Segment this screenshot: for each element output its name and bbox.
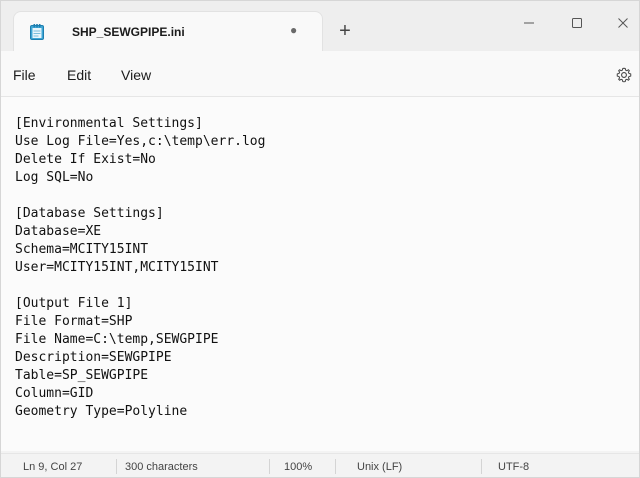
editor-line: File Format=SHP [15,314,133,329]
tab-title: SHP_SEWGPIPE.ini [72,25,185,39]
maximize-icon [571,16,583,34]
status-line-ending[interactable]: Unix (LF) [357,461,402,473]
close-button[interactable] [603,11,639,39]
close-icon [617,16,629,34]
status-cursor-position[interactable]: Ln 9, Col 27 [23,461,82,473]
notepad-icon [30,24,44,40]
status-divider [116,459,117,474]
editor-line: Description=SEWGPIPE [15,350,172,365]
tab-active[interactable]: SHP_SEWGPIPE.ini ● [13,11,323,51]
editor-line: [Database Settings] [15,206,164,221]
editor-line: Table=SP_SEWGPIPE [15,368,149,383]
editor-line: File Name=C:\temp,SEWGPIPE [15,332,219,347]
status-character-count: 300 characters [125,461,198,473]
minimize-button[interactable] [509,11,549,39]
editor-line: [Environmental Settings] [15,116,203,131]
editor-line: Geometry Type=Polyline [15,404,188,419]
editor-line: Column=GID [15,386,94,401]
menu-file[interactable]: File [13,67,36,83]
status-bar: Ln 9, Col 27 300 characters 100% Unix (L… [1,453,639,477]
status-zoom[interactable]: 100% [284,461,312,473]
text-editor[interactable]: [Environmental Settings] Use Log File=Ye… [1,97,639,451]
maximize-button[interactable] [557,11,597,39]
editor-line: Delete If Exist=No [15,152,156,167]
menu-edit[interactable]: Edit [67,67,91,83]
minimize-icon [523,16,535,34]
status-encoding[interactable]: UTF-8 [498,461,529,473]
editor-line: User=MCITY15INT,MCITY15INT [15,260,219,275]
editor-line: Schema=MCITY15INT [15,242,149,257]
editor-line: Log SQL=No [15,170,94,185]
title-bar[interactable]: SHP_SEWGPIPE.ini ● + [1,1,639,51]
editor-line: Use Log File=Yes,c:\temp\err.log [15,134,266,149]
notepad-window: SHP_SEWGPIPE.ini ● + File Edit View [Env… [0,0,640,478]
status-divider [335,459,336,474]
gear-icon[interactable] [616,67,632,83]
status-divider [269,459,270,474]
menu-view[interactable]: View [121,67,151,83]
editor-line: [Output File 1] [15,296,133,311]
new-tab-button[interactable]: + [335,21,355,41]
status-divider [481,459,482,474]
editor-line: Database=XE [15,224,102,239]
unsaved-indicator[interactable]: ● [290,23,297,37]
menu-bar: File Edit View [1,51,639,97]
